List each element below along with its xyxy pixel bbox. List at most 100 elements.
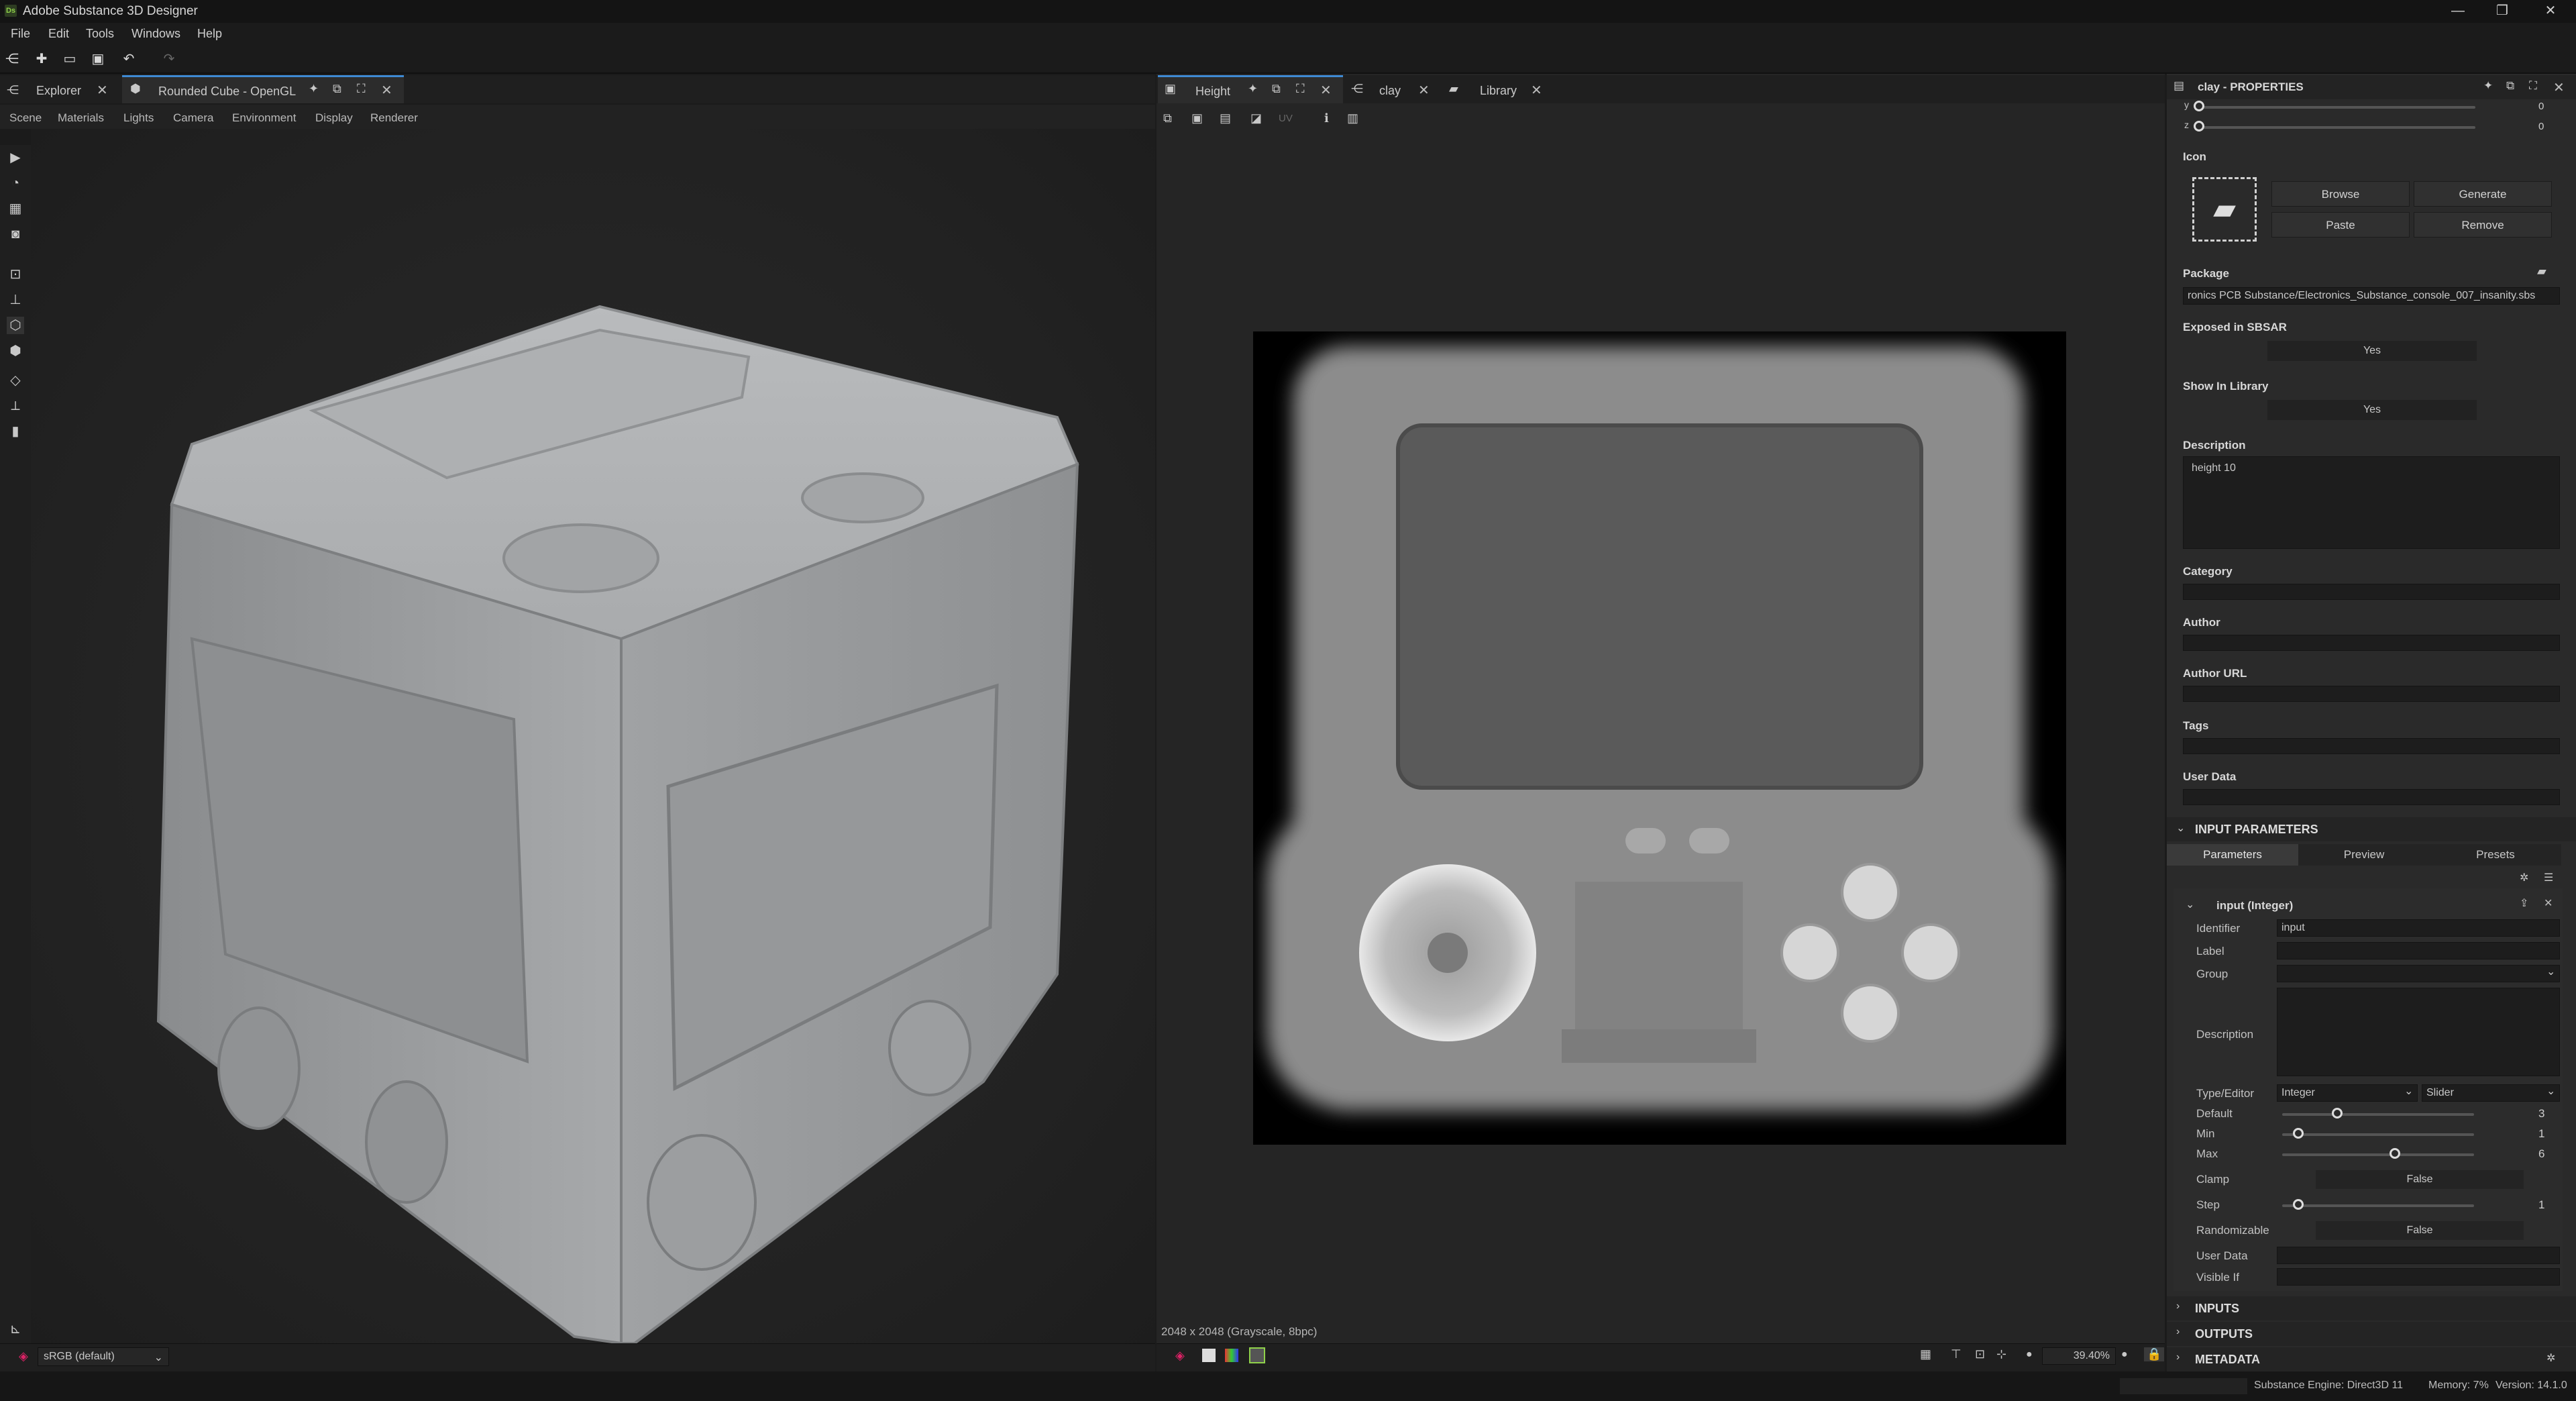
close-tab-icon[interactable]: ✕	[381, 82, 392, 99]
package-path-field[interactable]: ronics PCB Substance/Electronics_Substan…	[2183, 287, 2560, 305]
export-icon[interactable]: ⇪	[2520, 896, 2528, 910]
center-icon[interactable]: ⊹	[1996, 1347, 2006, 1361]
mesh-icon[interactable]: ⬡	[7, 317, 24, 334]
list-menu-icon[interactable]: ☰	[2544, 871, 2553, 884]
paste-button[interactable]: Paste	[2271, 212, 2410, 238]
z-slider-track[interactable]	[2200, 126, 2475, 129]
viewport-menu-display[interactable]: Display	[315, 111, 353, 125]
label-field[interactable]	[2277, 942, 2560, 959]
maximize-icon[interactable]: ⛶	[1296, 82, 1305, 96]
colorspace-select[interactable]: sRGB (default) ⌄	[38, 1347, 169, 1366]
param-user-data-field[interactable]	[2277, 1247, 2560, 1264]
param-description-field[interactable]	[2277, 988, 2560, 1076]
axis-icon[interactable]: ⊥	[7, 291, 24, 309]
default-slider-handle[interactable]	[2332, 1108, 2343, 1119]
tab-parameters[interactable]: Parameters	[2167, 844, 2298, 866]
viewport-menu-environment[interactable]: Environment	[232, 111, 296, 125]
package-icon-preview[interactable]: ▰	[2192, 177, 2257, 242]
zoom-in-icon[interactable]: ●	[2121, 1349, 2128, 1361]
y-slider-handle[interactable]	[2194, 101, 2204, 111]
lock-icon[interactable]: 🔒	[2144, 1347, 2165, 1361]
max-slider-track[interactable]	[2282, 1153, 2474, 1156]
float-icon[interactable]: ⧉	[333, 82, 341, 96]
input-parameters-section[interactable]: INPUT PARAMETERS	[2167, 817, 2576, 841]
frame-icon[interactable]: ⊡	[7, 266, 24, 283]
alpha-icon[interactable]	[1202, 1349, 1216, 1362]
viewport-menu-scene[interactable]: Scene	[9, 111, 42, 125]
close-tab-icon[interactable]: ✕	[1418, 82, 1430, 99]
user-data-field[interactable]	[2183, 789, 2560, 805]
height-map-preview[interactable]	[1253, 331, 2066, 1145]
inputs-section[interactable]: INPUTS	[2167, 1296, 2576, 1320]
viewport-menu-lights[interactable]: Lights	[123, 111, 154, 125]
screenshot-icon[interactable]: ◙	[7, 225, 24, 243]
wireframe-icon[interactable]: ⬢	[7, 342, 24, 360]
exposed-toggle[interactable]: Yes	[2267, 341, 2477, 361]
grid-icon[interactable]: ▦	[1920, 1347, 1931, 1361]
uv-toggle[interactable]: UV	[1279, 113, 1293, 124]
histogram-icon[interactable]: ▥	[1347, 111, 1358, 125]
default-slider-track[interactable]	[2282, 1113, 2474, 1116]
graph-icon[interactable]: ⋲	[4, 51, 20, 67]
menu-file[interactable]: File	[11, 27, 30, 41]
min-slider-handle[interactable]	[2293, 1128, 2304, 1139]
randomizable-toggle[interactable]: False	[2316, 1221, 2524, 1240]
float-icon[interactable]: ⧉	[1272, 82, 1281, 96]
save-image-icon[interactable]: ▣	[1191, 111, 1203, 125]
menu-edit[interactable]: Edit	[48, 27, 69, 41]
category-field[interactable]	[2183, 584, 2560, 600]
step-slider-track[interactable]	[2282, 1204, 2474, 1207]
save-icon[interactable]: ▣	[90, 51, 106, 67]
camera-icon[interactable]: ▶	[7, 149, 24, 166]
clamp-toggle[interactable]: False	[2316, 1170, 2524, 1189]
info-icon[interactable]: ℹ	[1324, 111, 1329, 125]
step-slider-handle[interactable]	[2293, 1199, 2304, 1210]
viewport-menu-materials[interactable]: Materials	[58, 111, 104, 125]
tab-library[interactable]: Library	[1473, 76, 1517, 105]
chevron-down-icon[interactable]: ⌄	[2186, 898, 2194, 911]
browse-button[interactable]: Browse	[2271, 181, 2410, 207]
description-textarea[interactable]: height 10	[2183, 456, 2560, 549]
pin-icon[interactable]: ✦	[309, 82, 319, 96]
outputs-section[interactable]: OUTPUTS	[2167, 1322, 2576, 1346]
menu-tools[interactable]: Tools	[86, 27, 114, 41]
max-slider-handle[interactable]	[2390, 1148, 2400, 1159]
minimize-icon[interactable]: —	[2438, 0, 2478, 23]
type-select[interactable]: Integer	[2277, 1084, 2418, 1102]
tags-field[interactable]	[2183, 738, 2560, 754]
pin-icon[interactable]: ✦	[2483, 79, 2493, 93]
float-icon[interactable]: ⧉	[2506, 79, 2514, 93]
3d-viewport[interactable]	[31, 129, 1155, 1345]
author-url-field[interactable]	[2183, 686, 2560, 702]
min-slider-track[interactable]	[2282, 1133, 2474, 1136]
open-folder-icon[interactable]: ▭	[62, 51, 78, 67]
zoom-out-icon[interactable]: ●	[2026, 1349, 2033, 1361]
tab-explorer[interactable]: Explorer	[30, 76, 81, 105]
close-panel-icon[interactable]: ✕	[2553, 79, 2565, 96]
environment-icon[interactable]: ▦	[7, 200, 24, 217]
menu-help[interactable]: Help	[197, 27, 222, 41]
folder-icon[interactable]: ▰	[2537, 264, 2546, 278]
gear-icon[interactable]: ✲	[2520, 871, 2528, 884]
fit-icon[interactable]: ⊡	[1975, 1347, 1985, 1361]
delete-param-icon[interactable]: ✕	[2544, 896, 2553, 910]
group-select[interactable]	[2277, 965, 2560, 982]
tiling-icon[interactable]: ⊤	[1951, 1347, 1962, 1361]
visible-if-field[interactable]	[2277, 1268, 2560, 1286]
editor-select[interactable]: Slider	[2422, 1084, 2560, 1102]
grayscale-icon[interactable]	[1249, 1347, 1265, 1363]
zoom-field[interactable]: 39.40%	[2042, 1347, 2116, 1365]
redo-icon[interactable]: ↷	[161, 51, 177, 67]
maximize-icon[interactable]: ⛶	[357, 82, 366, 96]
channels-icon[interactable]: ◈	[1175, 1349, 1185, 1363]
restore-icon[interactable]: ❐	[2482, 0, 2522, 23]
gear-icon[interactable]: ✲	[2546, 1351, 2555, 1365]
pin-icon[interactable]: ✦	[1248, 82, 1258, 96]
metadata-section[interactable]: METADATA	[2167, 1347, 2576, 1371]
copy-icon[interactable]: ⧉	[1163, 111, 1172, 125]
tangent-icon[interactable]: ⟂	[7, 397, 24, 415]
tab-presets[interactable]: Presets	[2430, 844, 2561, 866]
close-tab-icon[interactable]: ✕	[97, 82, 108, 99]
new-package-icon[interactable]: ✚	[34, 51, 50, 67]
viewport-menu-camera[interactable]: Camera	[173, 111, 213, 125]
